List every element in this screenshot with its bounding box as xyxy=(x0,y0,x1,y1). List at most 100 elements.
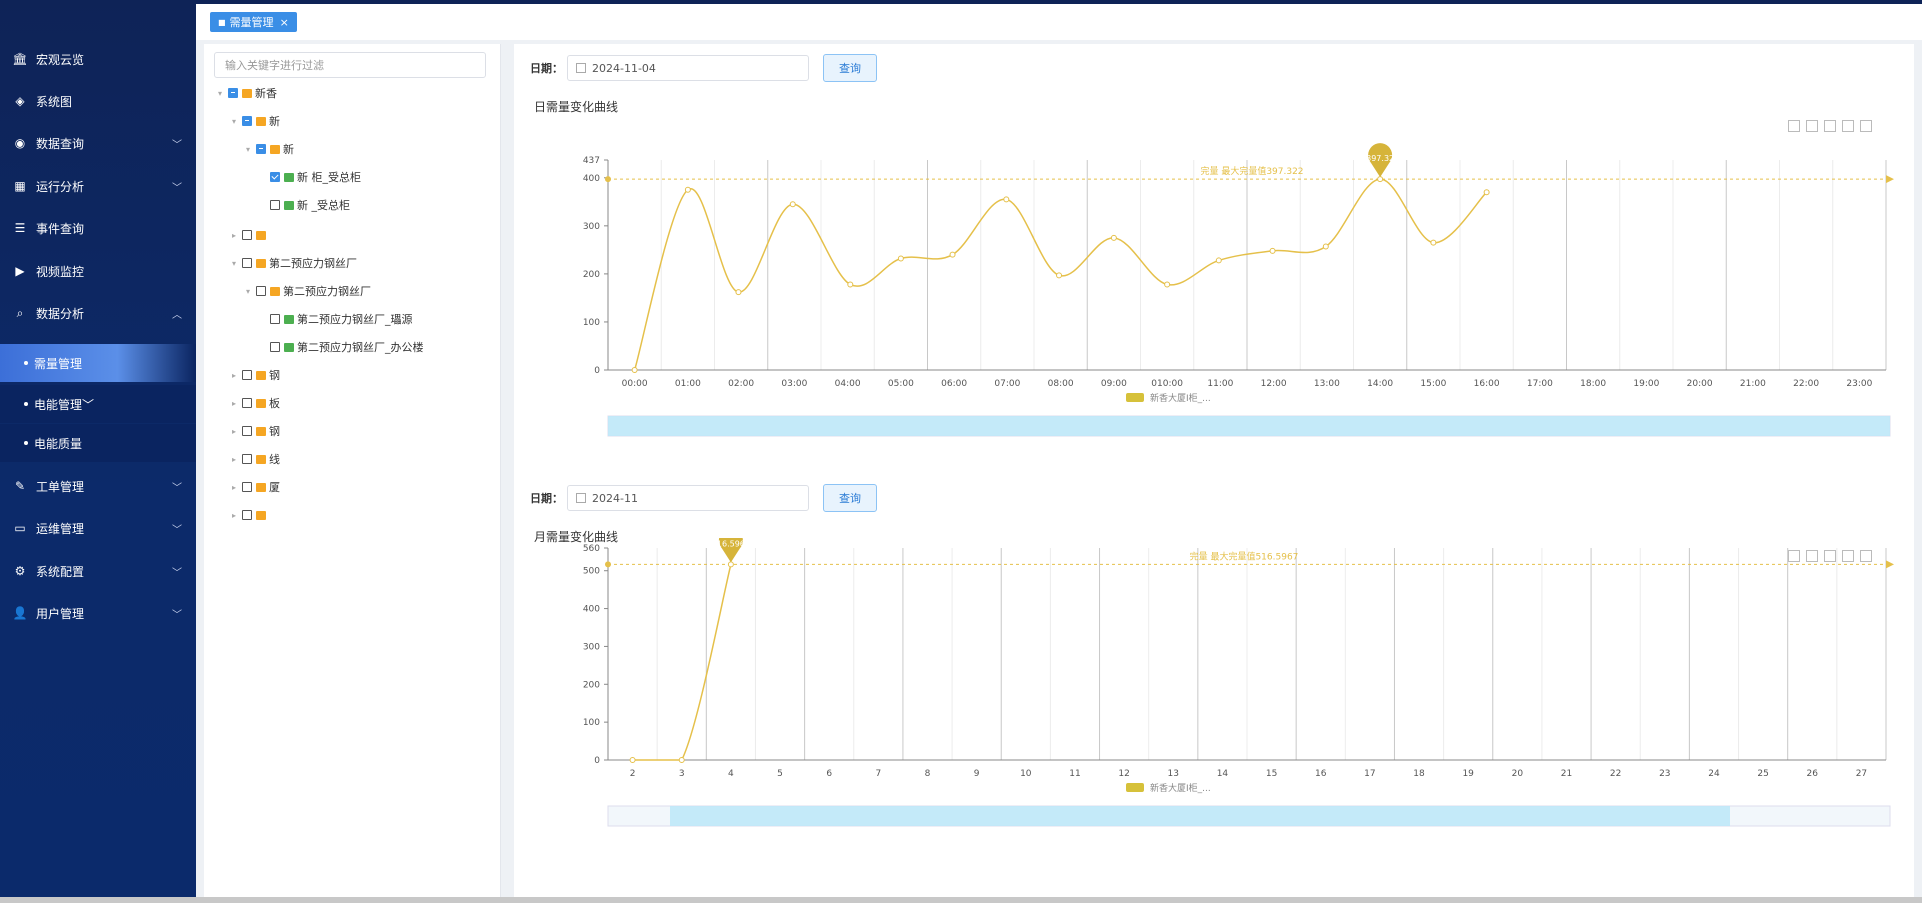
x-tick-label: 22:00 xyxy=(1793,379,1819,389)
tree-node[interactable]: ▾ 第二预应力钢丝厂 xyxy=(232,254,357,272)
tree-node[interactable]: ▸ 钢 xyxy=(232,366,280,384)
zoom-slider-window xyxy=(608,416,1890,436)
tree-node[interactable]: ▾ 第二预应力钢丝厂 xyxy=(246,282,371,300)
tree-checkbox[interactable] xyxy=(242,398,252,408)
tree-checkbox[interactable] xyxy=(242,116,252,126)
sidebar-item-label: 数据查询 xyxy=(36,136,85,151)
sidebar-item-5[interactable]: ▶ 视频监控 xyxy=(0,250,196,292)
sidebar-item-0[interactable]: 🏛 宏观云览 xyxy=(0,38,196,80)
x-tick-label: 02:00 xyxy=(728,379,754,389)
tree-node[interactable]: 第二预应力钢丝厂_瓃源 xyxy=(260,310,413,328)
tree-checkbox[interactable] xyxy=(256,144,266,154)
x-tick-label: 3 xyxy=(679,769,685,779)
tree-node[interactable]: ▸ 钢 xyxy=(232,422,280,440)
sidebar-item-3[interactable]: ▦ 运行分析 ﹀ xyxy=(0,165,196,207)
x-tick-label: 24 xyxy=(1708,769,1720,779)
tree-checkbox[interactable] xyxy=(256,286,266,296)
horizontal-scrollbar[interactable] xyxy=(0,897,1922,903)
sidebar-item-2[interactable]: ◉ 数据查询 ﹀ xyxy=(0,122,196,164)
max-pin-label: 397.32 xyxy=(1366,154,1394,163)
y-tick-label: 100 xyxy=(583,718,600,728)
tree-node[interactable]: ▸ xyxy=(232,506,269,524)
tree-node-label: 第二预应力钢丝厂 xyxy=(283,285,371,298)
sidebar-subitem-2[interactable]: 电能质量 xyxy=(0,424,196,462)
bullet-icon xyxy=(24,441,28,445)
tree-node[interactable]: 新 柜_受总柜 xyxy=(260,168,361,186)
sidebar-item-9[interactable]: ⚙ 系统配置 ﹀ xyxy=(0,550,196,592)
sidebar-item-4[interactable]: ☰ 事件查询 xyxy=(0,207,196,249)
legend-label: 新香大厦I柜_... xyxy=(1150,392,1211,404)
tree-checkbox[interactable] xyxy=(242,370,252,380)
tree-node[interactable]: ▾ 新 xyxy=(232,112,280,130)
tree-checkbox[interactable] xyxy=(270,200,280,210)
sidebar-subitem-1[interactable]: 电能管理 ﹀ xyxy=(0,385,196,423)
tree-checkbox[interactable] xyxy=(242,454,252,464)
date-label: 日期： xyxy=(530,492,563,505)
daily-filter-row: 日期： 2024-11-04 查询 xyxy=(530,54,877,82)
series-line xyxy=(632,564,732,761)
x-tick-label: 20 xyxy=(1512,769,1524,779)
x-tick-label: 15:00 xyxy=(1420,379,1446,389)
tree-checkbox[interactable] xyxy=(228,88,238,98)
expand-toggle-icon[interactable]: ▸ xyxy=(232,455,242,464)
tree-node[interactable]: ▸ 厦 xyxy=(232,478,280,496)
tree-checkbox[interactable] xyxy=(242,510,252,520)
tree-node[interactable]: ▸ 板 xyxy=(232,394,280,412)
tree-node[interactable]: ▸ xyxy=(232,226,269,244)
expand-toggle-icon[interactable]: ▸ xyxy=(232,371,242,380)
monthly-date-input[interactable]: 2024-11 xyxy=(567,485,809,511)
chevron-down-icon: ﹀ xyxy=(172,525,182,536)
tree-node-label: 第二预应力钢丝厂_办公楼 xyxy=(297,341,424,354)
tree-node[interactable]: ▸ 线 xyxy=(232,450,280,468)
tree-node[interactable]: 第二预应力钢丝厂_办公楼 xyxy=(260,338,424,356)
data-point xyxy=(727,561,734,568)
tree-checkbox[interactable] xyxy=(242,482,252,492)
sidebar-item-10[interactable]: 👤 用户管理 ﹀ xyxy=(0,592,196,634)
tree-node[interactable]: ▾ 新 xyxy=(246,140,294,158)
tree-checkbox[interactable] xyxy=(242,426,252,436)
tree-checkbox[interactable] xyxy=(270,314,280,324)
tree-filter-input[interactable]: 输入关键字进行过滤 xyxy=(214,52,486,78)
sidebar-item-8[interactable]: ▭ 运维管理 ﹀ xyxy=(0,507,196,549)
close-icon[interactable]: × xyxy=(280,16,289,29)
expand-toggle-icon[interactable]: ▸ xyxy=(232,427,242,436)
sidebar-item-6[interactable]: ⌕ 数据分析 ︿ xyxy=(0,292,196,334)
expand-toggle-icon[interactable]: ▸ xyxy=(232,483,242,492)
sidebar-item-7[interactable]: ✎ 工单管理 ﹀ xyxy=(0,465,196,507)
y-tick-label: 400 xyxy=(583,174,600,184)
daily-query-button[interactable]: 查询 xyxy=(823,54,877,82)
tree-checkbox[interactable] xyxy=(242,258,252,268)
tab-demand-management[interactable]: ■ 需量管理 × xyxy=(210,12,297,32)
device-icon xyxy=(284,314,294,324)
monthly-query-button[interactable]: 查询 xyxy=(823,484,877,512)
chevron-down-icon: ﹀ xyxy=(172,183,182,194)
sidebar-item-1[interactable]: ◈ 系统图 xyxy=(0,80,196,122)
tree-node[interactable]: 新 _受总柜 xyxy=(260,196,350,214)
data-point xyxy=(735,289,742,296)
daily-date-input[interactable]: 2024-11-04 xyxy=(567,55,809,81)
tree-checkbox[interactable] xyxy=(270,342,280,352)
tree-node-label: 新香 xyxy=(255,87,277,100)
x-tick-label: 010:00 xyxy=(1151,379,1183,389)
tree-checkbox[interactable] xyxy=(270,172,280,182)
expand-toggle-icon[interactable]: ▸ xyxy=(232,511,242,520)
zoom-slider-window xyxy=(670,806,1730,826)
expand-toggle-icon[interactable]: ▾ xyxy=(218,89,228,98)
chevron-down-icon: ﹀ xyxy=(172,568,182,579)
tree-node[interactable]: ▾ 新香 xyxy=(218,84,277,102)
expand-toggle-icon[interactable]: ▾ xyxy=(246,145,256,154)
x-tick-label: 07:00 xyxy=(994,379,1020,389)
monthly-filter-row: 日期： 2024-11 查询 xyxy=(530,484,877,512)
sidebar-item-label: 工单管理 xyxy=(36,479,85,494)
x-tick-label: 09:00 xyxy=(1101,379,1127,389)
sidebar-subitem-0[interactable]: 需量管理 xyxy=(0,344,196,382)
expand-toggle-icon[interactable]: ▾ xyxy=(246,287,256,296)
expand-toggle-icon[interactable]: ▾ xyxy=(232,259,242,268)
expand-toggle-icon[interactable]: ▸ xyxy=(232,399,242,408)
sidebar-item-label: 数据分析 xyxy=(36,306,85,321)
expand-toggle-icon[interactable]: ▸ xyxy=(232,231,242,240)
tree-checkbox[interactable] xyxy=(242,230,252,240)
expand-toggle-icon[interactable]: ▾ xyxy=(232,117,242,126)
x-tick-label: 10 xyxy=(1020,769,1032,779)
chevron-down-icon: ﹀ xyxy=(82,397,95,412)
